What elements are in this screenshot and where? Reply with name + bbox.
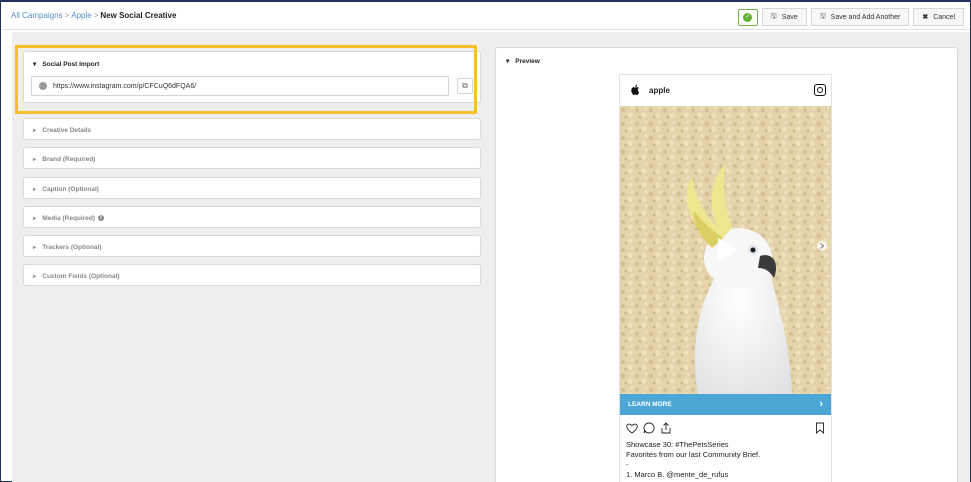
caption-line: Showcase 30: #ThePetsSeries xyxy=(626,440,729,449)
cancel-button[interactable]: ✖ Cancel xyxy=(913,8,964,26)
chevron-right-icon: › xyxy=(819,398,823,410)
share-icon[interactable] xyxy=(660,422,672,434)
breadcrumb: All Campaigns > Apple > New Social Creative xyxy=(11,11,176,20)
custom-fields-panel[interactable]: ▸ Custom Fields (Optional) xyxy=(23,264,481,286)
trackers-panel[interactable]: ▸ Trackers (Optional) xyxy=(23,235,481,257)
floppy-disk-icon: 🖫 xyxy=(819,12,826,20)
breadcrumb-separator: > xyxy=(64,11,70,20)
highlight-outline xyxy=(15,45,477,114)
post-header: apple xyxy=(620,75,831,106)
breadcrumb-all-campaigns[interactable]: All Campaigns xyxy=(11,11,63,20)
save-and-add-another-button[interactable]: 🖫 Save and Add Another xyxy=(810,8,910,26)
creative-details-label: Creative Details xyxy=(42,127,92,134)
caret-right-icon: ▸ xyxy=(33,156,37,163)
custom-fields-title: ▸ Custom Fields (Optional) xyxy=(33,272,120,280)
save-button[interactable]: 🖫 Save xyxy=(761,8,807,26)
caret-right-icon: ▸ xyxy=(33,186,37,193)
breadcrumb-apple[interactable]: Apple xyxy=(71,11,91,20)
media-label: Media (Required) xyxy=(42,215,95,222)
caption-line: Favorites from our last Community Brief. xyxy=(626,450,761,459)
caret-down-icon: ▾ xyxy=(506,58,510,65)
caption-panel[interactable]: ▸ Caption (Optional) xyxy=(23,177,481,199)
heart-icon[interactable] xyxy=(626,422,638,434)
trackers-label: Trackers (Optional) xyxy=(42,244,102,251)
custom-fields-label: Custom Fields (Optional) xyxy=(42,273,120,280)
caret-right-icon: ▸ xyxy=(33,273,37,280)
caption-title: ▸ Caption (Optional) xyxy=(33,185,99,193)
cancel-button-label: Cancel xyxy=(933,13,955,21)
page-title: New Social Creative xyxy=(100,11,177,20)
close-icon: ✖ xyxy=(922,14,929,21)
cta-label: LEARN MORE xyxy=(628,401,672,408)
instagram-post-preview: apple LEARN MORE › Showcase 30: #ThePets… xyxy=(619,74,832,482)
top-bar: All Campaigns > Apple > New Social Creative … xyxy=(2,4,970,30)
toolbar: ✓ 🖫 Save 🖫 Save and Add Another ✖ Cancel xyxy=(737,8,964,26)
floppy-disk-icon: 🖫 xyxy=(770,12,777,20)
brand-panel[interactable]: ▸ Brand (Required) xyxy=(23,147,481,169)
post-actions xyxy=(626,422,826,436)
instagram-icon xyxy=(814,84,826,96)
learn-more-button[interactable]: LEARN MORE › xyxy=(620,394,831,415)
account-name: apple xyxy=(649,86,670,95)
main-content: ▾ Social Post Import https://www.instagra… xyxy=(12,32,970,482)
check-circle-icon: ✓ xyxy=(743,12,753,22)
brand-label: Brand (Required) xyxy=(42,156,96,163)
cockatoo-photo xyxy=(620,106,831,394)
trackers-title: ▸ Trackers (Optional) xyxy=(33,243,102,251)
info-icon[interactable]: i xyxy=(98,215,104,222)
save-button-label: Save xyxy=(781,13,798,21)
save-and-add-another-label: Save and Add Another xyxy=(830,13,901,21)
apple-logo-icon xyxy=(631,84,640,95)
caret-right-icon: ▸ xyxy=(33,215,37,222)
caption-line: 1. Marco B. @mente_de_rufus xyxy=(626,470,729,479)
caption-line: - xyxy=(626,460,629,469)
preview-title: Preview xyxy=(515,58,540,65)
creative-details-title: ▸ Creative Details xyxy=(33,126,91,134)
media-panel[interactable]: ▸ Media (Required) i xyxy=(23,206,481,228)
caret-right-icon: ▸ xyxy=(33,244,37,251)
caret-right-icon: ▸ xyxy=(33,127,37,134)
breadcrumb-separator: > xyxy=(93,11,99,20)
media-title: ▸ Media (Required) i xyxy=(33,214,104,222)
brand-title: ▸ Brand (Required) xyxy=(33,155,95,163)
validation-status-button[interactable]: ✓ xyxy=(737,8,758,26)
bookmark-icon[interactable] xyxy=(814,422,826,434)
app-window: All Campaigns > Apple > New Social Creative … xyxy=(0,0,971,482)
preview-panel: ▾ Preview apple LEARN MORE › Showcase 30… xyxy=(495,47,958,482)
comment-icon[interactable] xyxy=(643,422,655,434)
creative-details-panel[interactable]: ▸ Creative Details xyxy=(23,118,481,140)
preview-toggle[interactable]: ▾ Preview xyxy=(506,57,540,65)
caption-label: Caption (Optional) xyxy=(42,186,99,193)
post-media[interactable] xyxy=(620,106,831,394)
